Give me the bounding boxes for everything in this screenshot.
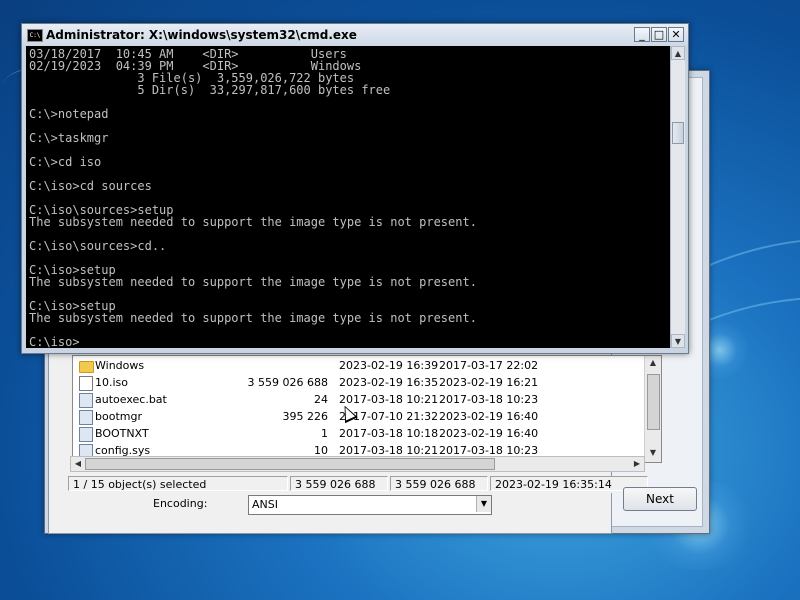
file-created: 2017-03-18 10:23 [439,393,539,406]
scroll-left-arrow-icon[interactable]: ◀ [71,457,85,471]
file-size: 1 [321,427,328,440]
cmd-window[interactable]: C:\ Administrator: X:\windows\system32\c… [21,23,689,354]
file-list[interactable]: Windows 2023-02-19 16:39 2017-03-17 22:02 1… [72,355,662,463]
file-list-row[interactable]: BOOTNXT 1 2017-03-18 10:18 2023-02-19 16:40 [73,425,633,442]
status-bar: 1 / 15 object(s) selected 3 559 026 688 … [68,476,648,493]
scrollbar-thumb[interactable] [85,458,495,470]
scrollbar-thumb[interactable] [647,374,660,430]
scroll-down-arrow-icon[interactable]: ▼ [645,446,661,460]
file-icon [79,376,93,391]
cmd-window-title: Administrator: X:\windows\system32\cmd.e… [46,28,357,42]
batch-file-icon [79,393,93,408]
encoding-label: Encoding: [153,497,208,510]
encoding-select[interactable]: ANSI ▼ [248,495,492,515]
close-button[interactable]: ✕ [668,27,684,42]
status-selection: 1 / 15 object(s) selected [68,476,288,491]
file-list-vertical-scrollbar[interactable]: ▲ ▼ [644,356,661,462]
file-size: 395 226 [282,410,329,423]
file-size: 3 559 026 688 [247,376,328,389]
system-file-icon [79,410,93,425]
chevron-down-icon[interactable]: ▼ [476,496,491,512]
file-list-row[interactable]: autoexec.bat 24 2017-03-18 10:21 2017-03-18… [73,391,633,408]
file-list-row[interactable]: 10.iso 3 559 026 688 2023-02-19 16:35 2023-… [73,374,633,391]
file-name: BOOTNXT [95,427,149,440]
cmd-icon: C:\ [27,29,43,42]
file-modified: 2023-02-19 16:35 [339,376,439,389]
scroll-up-arrow-icon[interactable]: ▲ [645,356,661,370]
file-created: 2017-03-17 22:02 [439,359,539,372]
cmd-title-bar[interactable]: C:\ Administrator: X:\windows\system32\c… [22,24,688,46]
cmd-vertical-scrollbar[interactable]: ▲ ▼ [670,46,685,348]
file-size: 24 [314,393,328,406]
file-modified: 2017-03-18 10:21 [339,393,439,406]
file-name: 10.iso [95,376,129,389]
scroll-down-arrow-icon[interactable]: ▼ [671,334,685,348]
file-created: 2023-02-19 16:40 [439,410,539,423]
file-name: Windows [95,359,145,372]
file-created: 2023-02-19 16:21 [439,376,539,389]
file-modified: 2017-03-18 10:18 [339,427,439,440]
file-modified: 2023-02-19 16:39 [339,359,439,372]
file-name: autoexec.bat [95,393,167,406]
system-file-icon [79,427,93,442]
status-size: 3 559 026 688 [290,476,388,491]
folder-icon [79,361,94,373]
cmd-console-output[interactable]: 03/18/2017 10:45 AM <DIR> Users 02/19/20… [26,46,670,348]
file-list-row[interactable]: Windows 2023-02-19 16:39 2017-03-17 22:02 [73,357,633,374]
scrollbar-thumb[interactable] [672,122,684,144]
file-created: 2023-02-19 16:40 [439,427,539,440]
file-list-horizontal-scrollbar[interactable]: ◀ ▶ [70,456,645,472]
scroll-up-arrow-icon[interactable]: ▲ [671,46,685,60]
file-name: bootmgr [95,410,142,423]
encoding-value: ANSI [252,498,278,511]
maximize-button[interactable]: □ [651,27,667,42]
console-text: 03/18/2017 10:45 AM <DIR> Users 02/19/20… [29,47,477,348]
minimize-button[interactable]: _ [634,27,650,42]
scroll-right-arrow-icon[interactable]: ▶ [630,457,644,471]
next-button[interactable]: Next [623,487,697,511]
status-size-on-disk: 3 559 026 688 [390,476,488,491]
